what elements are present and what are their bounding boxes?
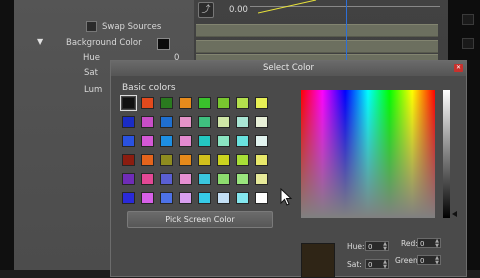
- basic-color-swatch[interactable]: [122, 116, 135, 128]
- basic-color-swatch[interactable]: [236, 154, 249, 166]
- rail-button[interactable]: [462, 38, 474, 49]
- sat-field-value: 0: [368, 261, 373, 269]
- basic-color-swatch[interactable]: [141, 173, 154, 185]
- basic-color-swatch[interactable]: [122, 173, 135, 185]
- timeline-track[interactable]: [196, 40, 438, 53]
- spin-arrows-icon[interactable]: ▲ ▼: [383, 242, 387, 252]
- timeline-track[interactable]: [196, 24, 438, 37]
- basic-color-swatch[interactable]: [141, 97, 154, 109]
- basic-color-swatch[interactable]: [141, 154, 154, 166]
- basic-color-swatch[interactable]: [236, 173, 249, 185]
- select-color-dialog: Select Color ✕ Basic colors Pick Screen …: [110, 60, 467, 278]
- basic-color-swatch[interactable]: [198, 173, 211, 185]
- mouse-cursor-icon: [280, 188, 293, 206]
- basic-color-swatch[interactable]: [236, 135, 249, 147]
- basic-color-swatch[interactable]: [217, 173, 230, 185]
- sat-spinbox[interactable]: 0 ▲ ▼: [365, 259, 389, 270]
- basic-colors-label: Basic colors: [122, 83, 176, 93]
- hue-field-label: Hue:: [347, 242, 365, 251]
- green-field-value: 0: [420, 257, 425, 265]
- swap-sources-checkbox[interactable]: [86, 21, 97, 32]
- basic-color-swatch[interactable]: [217, 135, 230, 147]
- basic-color-swatch[interactable]: [179, 173, 192, 185]
- basic-color-swatch[interactable]: [255, 173, 268, 185]
- pick-screen-color-button[interactable]: Pick Screen Color: [127, 211, 273, 228]
- basic-color-swatch[interactable]: [179, 154, 192, 166]
- basic-color-swatch[interactable]: [160, 97, 173, 109]
- hue-label: Hue: [83, 53, 101, 63]
- color-spectrum-picker[interactable]: [301, 90, 435, 218]
- basic-color-swatch[interactable]: [160, 192, 173, 204]
- graph-icon[interactable]: ⤴: [198, 2, 214, 18]
- basic-color-swatch[interactable]: [179, 135, 192, 147]
- basic-color-swatch[interactable]: [179, 192, 192, 204]
- basic-color-swatch[interactable]: [122, 135, 135, 147]
- basic-color-swatch[interactable]: [255, 154, 268, 166]
- basic-color-swatch[interactable]: [198, 192, 211, 204]
- basic-color-swatch[interactable]: [236, 116, 249, 128]
- swap-sources-label: Swap Sources: [102, 22, 162, 32]
- dialog-titlebar[interactable]: Select Color ✕: [111, 61, 466, 76]
- sat-field-label: Sat:: [347, 260, 362, 269]
- basic-color-swatch[interactable]: [160, 154, 173, 166]
- basic-color-swatch[interactable]: [255, 192, 268, 204]
- basic-color-swatch[interactable]: [198, 135, 211, 147]
- basic-color-swatch[interactable]: [255, 135, 268, 147]
- basic-color-swatch[interactable]: [198, 116, 211, 128]
- basic-color-swatch[interactable]: [141, 192, 154, 204]
- basic-color-swatch[interactable]: [179, 97, 192, 109]
- value-curve: [258, 0, 317, 14]
- basic-color-swatch[interactable]: [217, 97, 230, 109]
- basic-color-swatch[interactable]: [236, 97, 249, 109]
- red-spinbox[interactable]: 0 ▲ ▼: [417, 238, 441, 249]
- spin-arrows-icon[interactable]: ▲ ▼: [435, 239, 439, 249]
- dialog-title: Select Color: [262, 63, 315, 73]
- time-readout: 0.00: [229, 5, 248, 15]
- collapse-arrow-icon[interactable]: ▼: [37, 37, 43, 46]
- spin-arrows-icon[interactable]: ▲ ▼: [435, 256, 439, 266]
- luminance-slider[interactable]: [443, 90, 450, 218]
- spin-arrows-icon[interactable]: ▲ ▼: [383, 260, 387, 270]
- background-color-label: Background Color: [66, 38, 142, 48]
- red-field-label: Red:: [401, 239, 418, 248]
- hue-field-value: 0: [368, 243, 373, 251]
- background-color-swatch[interactable]: [157, 38, 170, 50]
- basic-color-swatch[interactable]: [122, 154, 135, 166]
- left-edge-strip: [0, 0, 14, 270]
- playhead[interactable]: [346, 0, 347, 62]
- basic-color-swatch[interactable]: [236, 192, 249, 204]
- lum-label: Lum: [84, 85, 103, 95]
- basic-color-swatch[interactable]: [217, 116, 230, 128]
- basic-color-swatch[interactable]: [160, 173, 173, 185]
- rail-button[interactable]: [462, 14, 474, 25]
- basic-color-swatch[interactable]: [179, 116, 192, 128]
- hue-spinbox[interactable]: 0 ▲ ▼: [365, 241, 389, 252]
- basic-color-swatch[interactable]: [141, 135, 154, 147]
- basic-color-swatch[interactable]: [120, 95, 137, 111]
- luminance-slider-handle[interactable]: [452, 211, 457, 217]
- basic-color-swatch[interactable]: [160, 135, 173, 147]
- color-preview: [301, 243, 335, 278]
- basic-color-swatch[interactable]: [198, 154, 211, 166]
- sat-label: Sat: [84, 68, 98, 78]
- basic-color-swatch[interactable]: [122, 192, 135, 204]
- red-field-value: 0: [420, 240, 425, 248]
- basic-color-swatch[interactable]: [255, 116, 268, 128]
- basic-color-swatch[interactable]: [217, 154, 230, 166]
- basic-color-swatch[interactable]: [198, 97, 211, 109]
- basic-color-swatch[interactable]: [160, 116, 173, 128]
- basic-color-swatch[interactable]: [217, 192, 230, 204]
- close-icon[interactable]: ✕: [454, 64, 463, 72]
- green-spinbox[interactable]: 0 ▲ ▼: [417, 255, 441, 266]
- basic-color-swatch[interactable]: [141, 116, 154, 128]
- basic-color-swatch[interactable]: [255, 97, 268, 109]
